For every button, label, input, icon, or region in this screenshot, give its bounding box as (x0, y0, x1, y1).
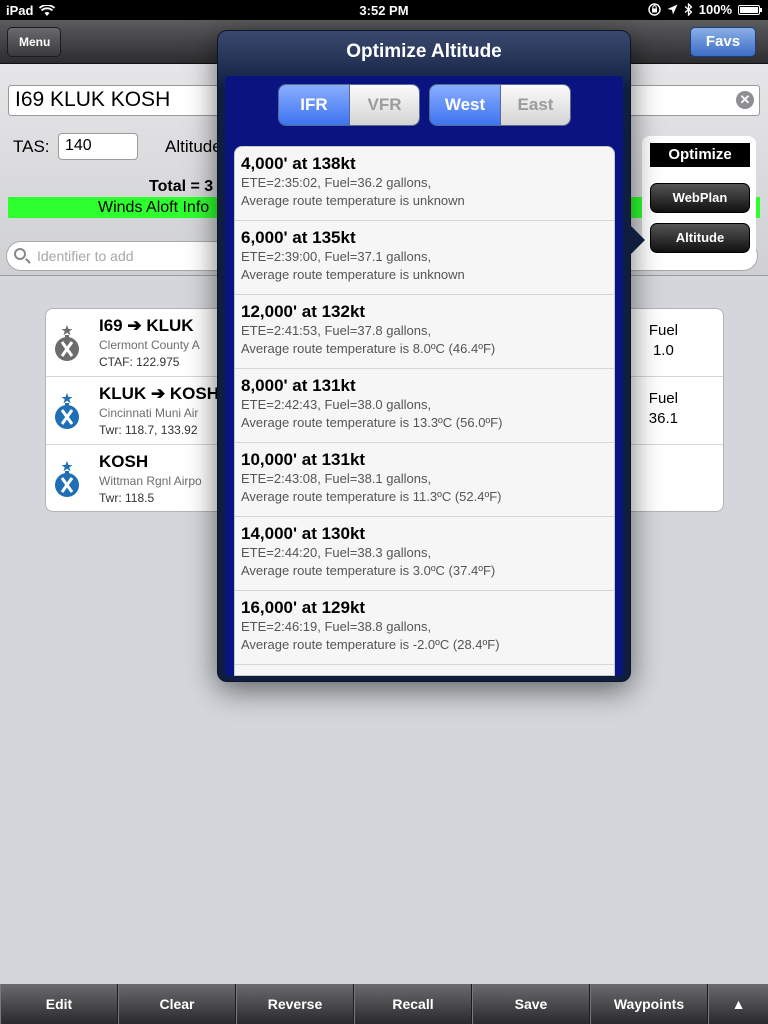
up-arrow-icon[interactable]: ▲ (708, 984, 768, 1024)
leg-frequency: Twr: 118.5 (99, 491, 155, 505)
clear-route-icon[interactable]: ✕ (736, 91, 754, 109)
save-button[interactable]: Save (472, 984, 590, 1024)
altitude-button[interactable]: Altitude (650, 223, 750, 253)
tas-input[interactable]: 140 (58, 133, 138, 160)
list-item[interactable]: 12,000' at 132kt ETE=2:41:53, Fuel=37.8 … (235, 295, 614, 369)
list-item[interactable]: 4,000' at 138kt ETE=2:35:02, Fuel=36.2 g… (235, 147, 614, 221)
status-bar: iPad 3:52 PM 100% (0, 0, 768, 20)
option-ete-fuel: ETE=2:35:02, Fuel=36.2 gallons, (241, 175, 432, 190)
recall-button[interactable]: Recall (354, 984, 472, 1024)
towered-airport-icon (55, 461, 79, 497)
altitude-options-list: 4,000' at 138kt ETE=2:35:02, Fuel=36.2 g… (234, 146, 615, 676)
option-ete-fuel: ETE=2:42:43, Fuel=38.0 gallons, (241, 397, 432, 412)
search-icon (14, 248, 26, 260)
option-ete-fuel: ETE=2:44:20, Fuel=38.3 gallons, (241, 545, 432, 560)
option-temperature: Average route temperature is 13.3ºC (56.… (241, 415, 503, 430)
option-ete-fuel: ETE=2:39:00, Fuel=37.1 gallons, (241, 249, 432, 264)
list-item[interactable]: 6,000' at 135kt ETE=2:39:00, Fuel=37.1 g… (235, 221, 614, 295)
fuel-value: 36.1 (648, 410, 678, 427)
fuel-label: Fuel (648, 322, 678, 339)
untowered-airport-icon (55, 325, 79, 361)
option-temperature: Average route temperature is 11.3ºC (52.… (241, 489, 502, 504)
leg-title: KOSH (99, 452, 149, 471)
fuel-value: 1.0 (652, 342, 674, 359)
option-title: 14,000' at 130kt (241, 524, 366, 543)
leg-title: I69 ➔ KLUK (99, 316, 194, 335)
popover-arrow (629, 224, 645, 256)
fuel-label: Fuel (648, 390, 678, 407)
popover-title: Optimize Altitude (346, 41, 502, 62)
location-icon (667, 4, 678, 15)
option-temperature: Average route temperature is unknown (241, 267, 465, 282)
option-temperature: Average route temperature is unknown (241, 193, 465, 208)
option-temperature: Average route temperature is 8.0ºC (46.4… (241, 341, 496, 356)
optimize-title: Optimize (650, 143, 750, 167)
list-item[interactable]: 10,000' at 131kt ETE=2:43:08, Fuel=38.1 … (235, 443, 614, 517)
bluetooth-icon (684, 3, 693, 16)
leg-frequency: CTAF: 122.975 (99, 355, 180, 369)
option-title: 4,000' at 138kt (241, 154, 356, 173)
list-item[interactable]: 16,000' at 129kt ETE=2:46:19, Fuel=38.8 … (235, 591, 614, 665)
battery-icon (738, 4, 762, 15)
leg-airport-name: Clermont County A (99, 338, 200, 352)
reverse-button[interactable]: Reverse (236, 984, 354, 1024)
option-temperature: Average route temperature is 3.0ºC (37.4… (241, 563, 496, 578)
list-item[interactable]: 8,000' at 131kt ETE=2:42:43, Fuel=38.0 g… (235, 369, 614, 443)
option-title: 10,000' at 131kt (241, 450, 366, 469)
option-title: 8,000' at 131kt (241, 376, 356, 395)
favs-button[interactable]: Favs (690, 27, 756, 57)
battery-fill (740, 6, 758, 13)
direction-segmented-control: West East (429, 84, 571, 126)
ifr-segment[interactable]: IFR (279, 85, 349, 125)
menu-button[interactable]: Menu (7, 27, 61, 57)
bottom-toolbar: Edit Clear Reverse Recall Save Waypoints… (0, 984, 768, 1024)
option-title: 6,000' at 135kt (241, 228, 356, 247)
option-ete-fuel: ETE=2:41:53, Fuel=37.8 gallons, (241, 323, 432, 338)
total-label: Total = 3 (149, 178, 214, 195)
east-segment[interactable]: East (500, 85, 570, 125)
altitude-label: Altitude (165, 137, 222, 156)
west-segment[interactable]: West (430, 85, 500, 125)
waypoints-button[interactable]: Waypoints (590, 984, 708, 1024)
edit-button[interactable]: Edit (0, 984, 118, 1024)
leg-airport-name: Wittman Rgnl Airpo (99, 474, 202, 488)
option-temperature: Average route temperature is -2.0ºC (28.… (241, 637, 500, 652)
towered-airport-icon (55, 393, 79, 429)
option-ete-fuel: ETE=2:46:19, Fuel=38.8 gallons, (241, 619, 432, 634)
battery-percent: 100% (698, 2, 732, 17)
vfr-segment[interactable]: VFR (349, 85, 419, 125)
list-item[interactable]: 14,000' at 130kt ETE=2:44:20, Fuel=38.3 … (235, 517, 614, 591)
leg-airport-name: Cincinnati Muni Air (99, 406, 199, 420)
leg-frequency: Twr: 118.7, 133.92 (99, 423, 198, 437)
option-title: 16,000' at 129kt (241, 598, 366, 617)
webplan-button[interactable]: WebPlan (650, 183, 750, 213)
tas-label: TAS: (13, 137, 50, 156)
leg-title: KLUK ➔ KOSH (99, 384, 220, 403)
flight-rules-segmented-control: IFR VFR (278, 84, 420, 126)
clear-button[interactable]: Clear (118, 984, 236, 1024)
option-ete-fuel: ETE=2:43:08, Fuel=38.1 gallons, (241, 471, 432, 486)
rotation-lock-icon (648, 3, 661, 16)
option-title: 12,000' at 132kt (241, 302, 366, 321)
